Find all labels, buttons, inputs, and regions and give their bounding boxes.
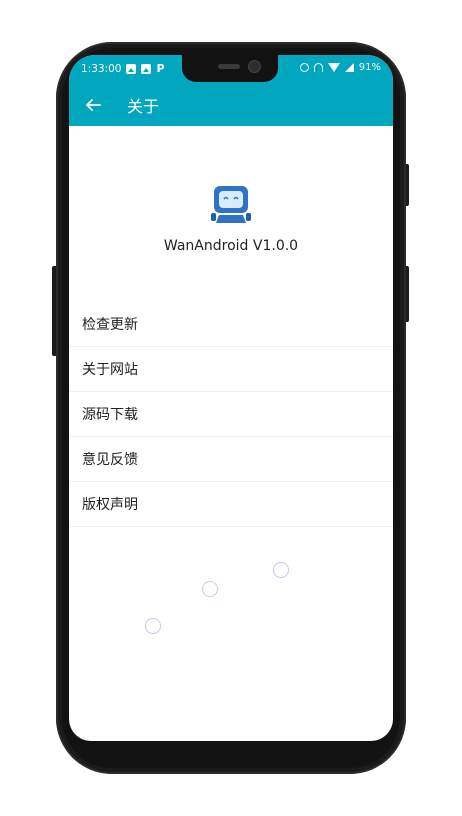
status-time: 1:33:00 [81,62,122,75]
menu-item-check-update[interactable]: 检查更新 [69,302,393,347]
back-button[interactable] [73,84,113,126]
back-arrow-icon [86,99,101,111]
menu-item-copyright[interactable]: 版权声明 [69,482,393,527]
alarm-icon [299,63,309,72]
top-bar: 1:33:00 P 91% 关于 [69,55,393,126]
earpiece-speaker [218,64,240,69]
robot-logo-icon [211,186,251,223]
signal-icon [344,63,354,72]
status-bar-right: 91% [299,62,381,73]
image-notification-icon [141,63,152,74]
camera-notch [182,55,278,82]
wifi-icon [327,63,340,72]
about-header: WanAndroid V1.0.0 [69,126,393,300]
parking-icon: P [156,62,165,75]
battery-level: 91% [358,62,381,73]
headset-icon [313,63,323,72]
page-title: 关于 [127,97,160,116]
front-camera [248,60,261,73]
loading-ring [145,618,161,634]
menu-item-feedback[interactable]: 意见反馈 [69,437,393,482]
screen: 1:33:00 P 91% 关于 WanAndroid V1.0.0 检查更新 … [69,55,393,741]
app-bar: 关于 [69,84,393,126]
app-version: WanAndroid V1.0.0 [163,238,299,254]
menu-item-source-download[interactable]: 源码下载 [69,392,393,437]
gallery-icon [126,63,137,74]
about-menu: 检查更新 关于网站 源码下载 意见反馈 版权声明 [69,302,393,527]
menu-item-about-website[interactable]: 关于网站 [69,347,393,392]
loading-ring [273,562,289,578]
status-bar-left: 1:33:00 P [81,62,165,75]
loading-ring [202,581,218,597]
